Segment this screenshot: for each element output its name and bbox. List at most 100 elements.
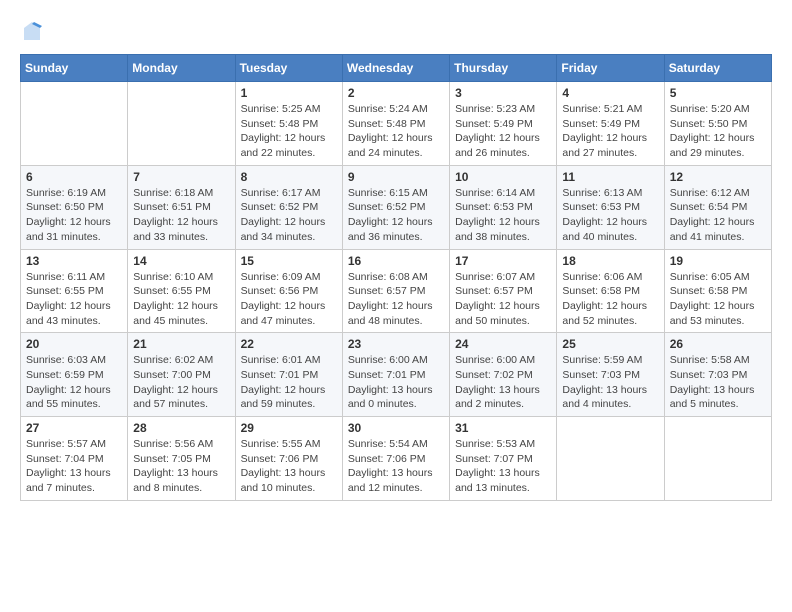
day-number: 15 xyxy=(241,254,337,268)
day-info: Sunrise: 6:09 AMSunset: 6:56 PMDaylight:… xyxy=(241,270,337,329)
day-info: Sunrise: 6:00 AMSunset: 7:02 PMDaylight:… xyxy=(455,353,551,412)
day-info: Sunrise: 5:24 AMSunset: 5:48 PMDaylight:… xyxy=(348,102,444,161)
calendar-cell: 4 Sunrise: 5:21 AMSunset: 5:49 PMDaylight… xyxy=(557,82,664,166)
day-info: Sunrise: 6:03 AMSunset: 6:59 PMDaylight:… xyxy=(26,353,122,412)
day-info: Sunrise: 6:10 AMSunset: 6:55 PMDaylight:… xyxy=(133,270,229,329)
day-info: Sunrise: 5:54 AMSunset: 7:06 PMDaylight:… xyxy=(348,437,444,496)
day-number: 5 xyxy=(670,86,766,100)
day-info: Sunrise: 6:13 AMSunset: 6:53 PMDaylight:… xyxy=(562,186,658,245)
day-number: 16 xyxy=(348,254,444,268)
calendar-cell: 1Sunrise: 5:25 AMSunset: 5:48 PMDaylight… xyxy=(235,82,342,166)
day-number: 12 xyxy=(670,170,766,184)
day-number: 22 xyxy=(241,337,337,351)
day-info: Sunrise: 6:17 AMSunset: 6:52 PMDaylight:… xyxy=(241,186,337,245)
calendar-cell: 27 Sunrise: 5:57 AMSunset: 7:04 PMDayligh… xyxy=(21,417,128,501)
calendar-cell: 31Sunrise: 5:53 AMSunset: 7:07 PMDayligh… xyxy=(450,417,557,501)
day-info: Sunrise: 5:55 AMSunset: 7:06 PMDaylight:… xyxy=(241,437,337,496)
calendar-cell xyxy=(557,417,664,501)
calendar-cell: 13Sunrise: 6:11 AMSunset: 6:55 PMDayligh… xyxy=(21,249,128,333)
calendar-cell: 20Sunrise: 6:03 AMSunset: 6:59 PMDayligh… xyxy=(21,333,128,417)
day-number: 9 xyxy=(348,170,444,184)
calendar-table: SundayMondayTuesdayWednesdayThursdayFrid… xyxy=(20,54,772,501)
day-number: 14 xyxy=(133,254,229,268)
calendar-cell: 21 Sunrise: 6:02 AMSunset: 7:00 PMDayligh… xyxy=(128,333,235,417)
calendar-cell: 15 Sunrise: 6:09 AMSunset: 6:56 PMDayligh… xyxy=(235,249,342,333)
calendar-cell xyxy=(664,417,771,501)
day-info: Sunrise: 5:56 AMSunset: 7:05 PMDaylight:… xyxy=(133,437,229,496)
day-info: Sunrise: 5:53 AMSunset: 7:07 PMDaylight:… xyxy=(455,437,551,496)
calendar-cell: 9Sunrise: 6:15 AMSunset: 6:52 PMDaylight… xyxy=(342,165,449,249)
day-info: Sunrise: 6:00 AMSunset: 7:01 PMDaylight:… xyxy=(348,353,444,412)
day-number: 8 xyxy=(241,170,337,184)
day-info: Sunrise: 6:07 AMSunset: 6:57 PMDaylight:… xyxy=(455,270,551,329)
calendar-cell: 2 Sunrise: 5:24 AMSunset: 5:48 PMDaylight… xyxy=(342,82,449,166)
day-info: Sunrise: 6:18 AMSunset: 6:51 PMDaylight:… xyxy=(133,186,229,245)
weekday-header-sunday: Sunday xyxy=(21,55,128,82)
calendar-cell xyxy=(21,82,128,166)
day-info: Sunrise: 5:57 AMSunset: 7:04 PMDaylight:… xyxy=(26,437,122,496)
day-number: 10 xyxy=(455,170,551,184)
calendar-cell: 14 Sunrise: 6:10 AMSunset: 6:55 PMDayligh… xyxy=(128,249,235,333)
day-number: 4 xyxy=(562,86,658,100)
calendar-cell: 11 Sunrise: 6:13 AMSunset: 6:53 PMDayligh… xyxy=(557,165,664,249)
day-info: Sunrise: 6:02 AMSunset: 7:00 PMDaylight:… xyxy=(133,353,229,412)
day-info: Sunrise: 6:05 AMSunset: 6:58 PMDaylight:… xyxy=(670,270,766,329)
day-info: Sunrise: 5:21 AMSunset: 5:49 PMDaylight:… xyxy=(562,102,658,161)
logo xyxy=(20,20,48,44)
calendar-cell: 23 Sunrise: 6:00 AMSunset: 7:01 PMDayligh… xyxy=(342,333,449,417)
day-number: 24 xyxy=(455,337,551,351)
day-info: Sunrise: 6:14 AMSunset: 6:53 PMDaylight:… xyxy=(455,186,551,245)
weekday-header-tuesday: Tuesday xyxy=(235,55,342,82)
day-info: Sunrise: 5:23 AMSunset: 5:49 PMDaylight:… xyxy=(455,102,551,161)
day-info: Sunrise: 6:01 AMSunset: 7:01 PMDaylight:… xyxy=(241,353,337,412)
day-info: Sunrise: 6:06 AMSunset: 6:58 PMDaylight:… xyxy=(562,270,658,329)
day-number: 2 xyxy=(348,86,444,100)
calendar-week-1: 1Sunrise: 5:25 AMSunset: 5:48 PMDaylight… xyxy=(21,82,772,166)
day-info: Sunrise: 5:58 AMSunset: 7:03 PMDaylight:… xyxy=(670,353,766,412)
day-number: 29 xyxy=(241,421,337,435)
calendar-cell: 6 Sunrise: 6:19 AMSunset: 6:50 PMDaylight… xyxy=(21,165,128,249)
calendar-cell: 26 Sunrise: 5:58 AMSunset: 7:03 PMDayligh… xyxy=(664,333,771,417)
calendar-cell: 8 Sunrise: 6:17 AMSunset: 6:52 PMDaylight… xyxy=(235,165,342,249)
day-number: 28 xyxy=(133,421,229,435)
day-number: 18 xyxy=(562,254,658,268)
calendar-week-3: 13Sunrise: 6:11 AMSunset: 6:55 PMDayligh… xyxy=(21,249,772,333)
day-number: 26 xyxy=(670,337,766,351)
calendar-cell: 10 Sunrise: 6:14 AMSunset: 6:53 PMDayligh… xyxy=(450,165,557,249)
day-number: 11 xyxy=(562,170,658,184)
calendar-week-2: 6 Sunrise: 6:19 AMSunset: 6:50 PMDaylight… xyxy=(21,165,772,249)
day-info: Sunrise: 6:11 AMSunset: 6:55 PMDaylight:… xyxy=(26,270,122,329)
calendar-cell: 25 Sunrise: 5:59 AMSunset: 7:03 PMDayligh… xyxy=(557,333,664,417)
day-number: 1 xyxy=(241,86,337,100)
day-number: 21 xyxy=(133,337,229,351)
calendar-cell: 3 Sunrise: 5:23 AMSunset: 5:49 PMDaylight… xyxy=(450,82,557,166)
calendar-cell: 19Sunrise: 6:05 AMSunset: 6:58 PMDayligh… xyxy=(664,249,771,333)
calendar-cell: 12Sunrise: 6:12 AMSunset: 6:54 PMDayligh… xyxy=(664,165,771,249)
weekday-header-friday: Friday xyxy=(557,55,664,82)
day-number: 6 xyxy=(26,170,122,184)
calendar-cell: 29 Sunrise: 5:55 AMSunset: 7:06 PMDayligh… xyxy=(235,417,342,501)
day-info: Sunrise: 6:19 AMSunset: 6:50 PMDaylight:… xyxy=(26,186,122,245)
calendar-cell: 16 Sunrise: 6:08 AMSunset: 6:57 PMDayligh… xyxy=(342,249,449,333)
calendar-cell: 18 Sunrise: 6:06 AMSunset: 6:58 PMDayligh… xyxy=(557,249,664,333)
day-info: Sunrise: 5:20 AMSunset: 5:50 PMDaylight:… xyxy=(670,102,766,161)
day-number: 23 xyxy=(348,337,444,351)
day-number: 7 xyxy=(133,170,229,184)
weekday-header-monday: Monday xyxy=(128,55,235,82)
day-number: 17 xyxy=(455,254,551,268)
day-number: 30 xyxy=(348,421,444,435)
day-info: Sunrise: 5:59 AMSunset: 7:03 PMDaylight:… xyxy=(562,353,658,412)
logo-icon xyxy=(20,20,44,44)
calendar-cell: 24 Sunrise: 6:00 AMSunset: 7:02 PMDayligh… xyxy=(450,333,557,417)
calendar-cell: 22 Sunrise: 6:01 AMSunset: 7:01 PMDayligh… xyxy=(235,333,342,417)
calendar-cell: 17 Sunrise: 6:07 AMSunset: 6:57 PMDayligh… xyxy=(450,249,557,333)
day-info: Sunrise: 6:08 AMSunset: 6:57 PMDaylight:… xyxy=(348,270,444,329)
day-number: 27 xyxy=(26,421,122,435)
weekday-header-wednesday: Wednesday xyxy=(342,55,449,82)
calendar-cell: 30 Sunrise: 5:54 AMSunset: 7:06 PMDayligh… xyxy=(342,417,449,501)
day-number: 3 xyxy=(455,86,551,100)
calendar-cell: 7 Sunrise: 6:18 AMSunset: 6:51 PMDaylight… xyxy=(128,165,235,249)
calendar-week-4: 20Sunrise: 6:03 AMSunset: 6:59 PMDayligh… xyxy=(21,333,772,417)
calendar-cell: 28 Sunrise: 5:56 AMSunset: 7:05 PMDayligh… xyxy=(128,417,235,501)
day-number: 25 xyxy=(562,337,658,351)
